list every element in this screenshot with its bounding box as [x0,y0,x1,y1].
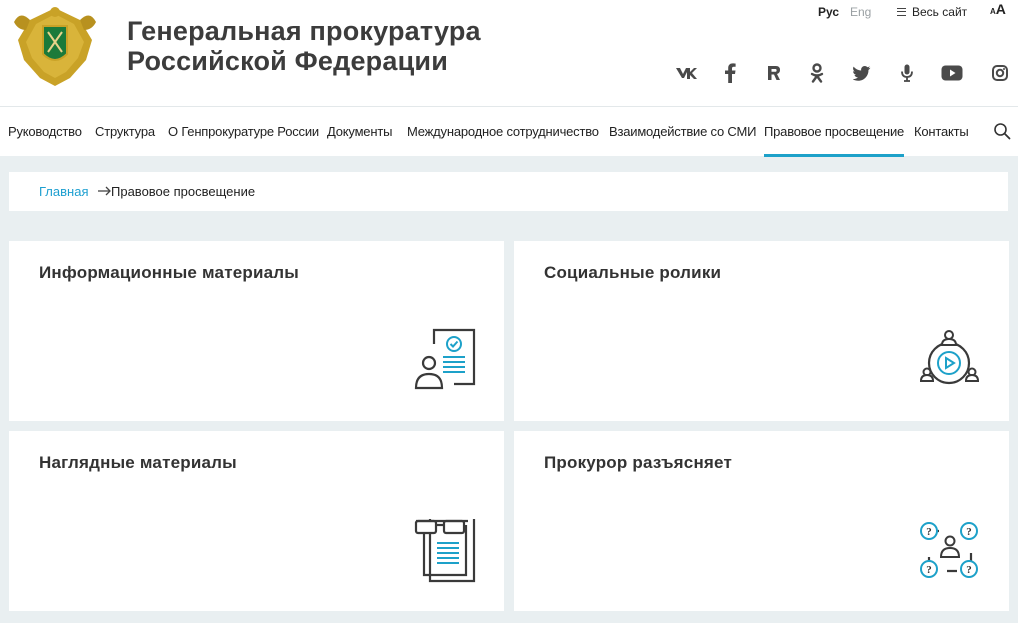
search-icon[interactable] [993,122,1011,140]
nav-item-documents[interactable]: Документы [327,124,392,139]
document-person-icon [414,328,476,390]
card-title: Социальные ролики [544,263,722,282]
prosecutor-emblem-icon[interactable] [10,0,100,90]
instagram-icon[interactable] [990,60,1010,86]
lang-en-link[interactable]: Eng [850,5,871,19]
vk-icon[interactable] [674,60,698,86]
nav-item-about[interactable]: О Генпрокуратуре России [168,124,319,139]
nav-item-leadership[interactable]: Руководство [8,124,82,139]
nav-item-contacts[interactable]: Контакты [914,124,969,139]
svg-text:?: ? [966,526,972,538]
card-prosecutor-explains[interactable]: Прокурор разъясняет ? ? ? ? [514,431,1009,611]
card-title: Наглядные материалы [39,453,237,472]
person-questions-icon: ? ? ? ? [920,522,978,578]
menu-icon [897,8,906,16]
font-big-label: A [995,1,1006,17]
site-title-line1: Генеральная прокуратура [127,16,481,46]
breadcrumb-home-link[interactable]: Главная [39,184,88,199]
svg-text:?: ? [926,526,932,538]
breadcrumb-current: Правовое просвещение [111,184,256,199]
svg-text:?: ? [966,564,972,576]
youtube-icon[interactable] [940,60,964,86]
svg-text:?: ? [926,564,932,576]
twitter-icon[interactable] [851,60,873,86]
main-nav: Руководство Структура О Генпрокуратуре Р… [0,107,1018,157]
card-visual-materials[interactable]: Наглядные материалы [9,431,504,611]
facebook-icon[interactable] [720,60,740,86]
site-title[interactable]: Генеральная прокуратура Российской Федер… [127,16,481,76]
card-title: Прокурор разъясняет [544,453,732,472]
nav-item-structure[interactable]: Структура [95,124,155,139]
card-title: Информационные материалы [39,263,299,282]
lang-ru-link[interactable]: Рус [818,5,839,19]
card-social-videos[interactable]: Социальные ролики [514,241,1009,421]
card-info-materials[interactable]: Информационные материалы [9,241,504,421]
podcast-icon[interactable] [897,60,917,86]
breadcrumb: Главная Правовое просвещение [9,172,1008,211]
font-size-toggle[interactable]: AA [990,1,1006,19]
nav-item-international[interactable]: Международное сотрудничество [407,124,599,139]
video-people-icon [919,330,980,385]
sitemap-label: Весь сайт [912,5,968,19]
site-title-line2: Российской Федерации [127,46,448,76]
nav-item-legal-education[interactable]: Правовое просвещение [764,124,904,157]
sitemap-button[interactable]: Весь сайт [897,5,967,19]
glasses-document-icon [414,519,476,583]
site-header: Генеральная прокуратура Российской Федер… [0,0,1018,107]
odnoklassniki-icon[interactable] [807,60,827,86]
nav-item-media[interactable]: Взаимодействие со СМИ [609,124,756,139]
rutube-icon[interactable] [764,60,784,86]
